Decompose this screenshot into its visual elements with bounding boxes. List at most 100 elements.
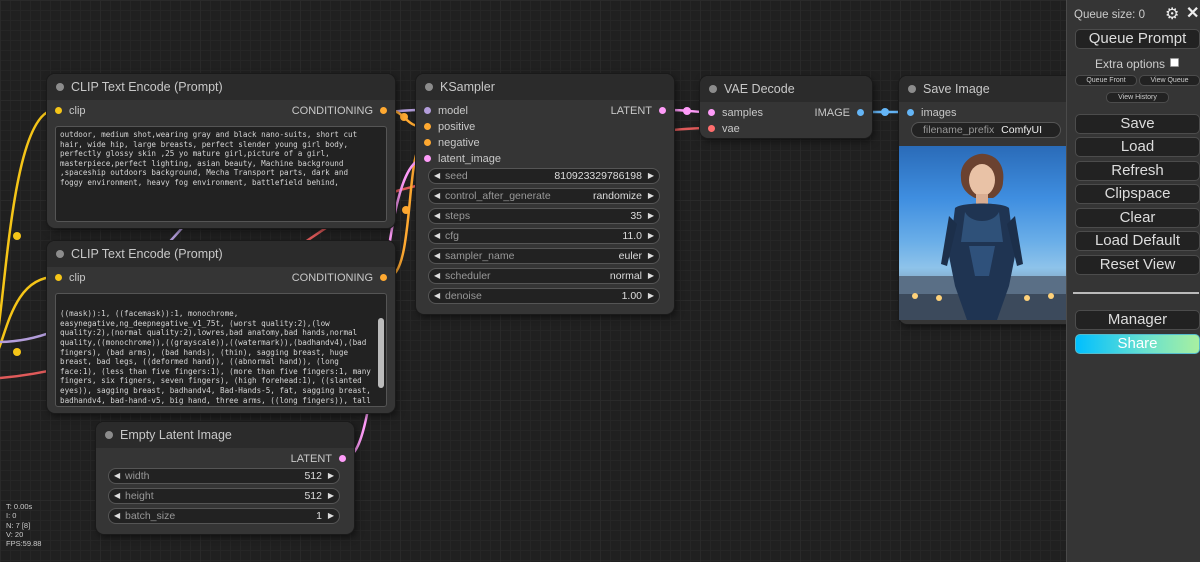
node-title[interactable]: CLIP Text Encode (Prompt) (47, 74, 395, 100)
empty-latent-image-node[interactable]: Empty Latent Image LATENT ◀ width 512 ▶ ◀ he… (96, 422, 354, 534)
widget-height[interactable]: ◀ height 512 ▶ (108, 488, 340, 504)
decrement-arrow-icon[interactable]: ◀ (114, 469, 120, 483)
widget-seed[interactable]: ◀ seed 810923329786198 ▶ (428, 168, 660, 184)
queue-front-button[interactable]: Queue Front (1075, 75, 1137, 86)
collapse-dot-icon[interactable] (56, 83, 64, 91)
increment-arrow-icon[interactable]: ▶ (648, 269, 654, 283)
node-title[interactable]: CLIP Text Encode (Prompt) (47, 241, 395, 267)
decrement-arrow-icon[interactable]: ◀ (114, 509, 120, 523)
reset-view-button[interactable]: Reset View (1075, 255, 1200, 275)
decrement-arrow-icon[interactable]: ◀ (434, 229, 440, 243)
increment-arrow-icon[interactable]: ▶ (648, 249, 654, 263)
increment-arrow-icon[interactable]: ▶ (648, 209, 654, 223)
widget-steps[interactable]: ◀ steps 35 ▶ (428, 208, 660, 224)
textarea-scrollbar[interactable] (378, 318, 384, 388)
increment-arrow-icon[interactable]: ▶ (648, 189, 654, 203)
widget-denoise[interactable]: ◀ denoise 1.00 ▶ (428, 288, 660, 304)
widget-batch-size[interactable]: ◀ batch_size 1 ▶ (108, 508, 340, 524)
widget-width[interactable]: ◀ width 512 ▶ (108, 468, 340, 484)
increment-arrow-icon[interactable]: ▶ (648, 289, 654, 303)
collapse-dot-icon[interactable] (709, 85, 717, 93)
collapse-dot-icon[interactable] (908, 85, 916, 93)
decrement-arrow-icon[interactable]: ◀ (434, 209, 440, 223)
decrement-arrow-icon[interactable]: ◀ (434, 289, 440, 303)
save-image-node[interactable]: Save Image images filename_prefix ComfyUI (899, 76, 1066, 324)
view-history-button[interactable]: View History (1106, 92, 1169, 103)
output-slot-image[interactable]: IMAGE (815, 107, 864, 119)
input-slot-latent-image[interactable]: latent_image (424, 153, 501, 165)
stat-nodes: N: 7 [8] (6, 520, 31, 530)
widget-sampler-name[interactable]: ◀ sampler_name euler ▶ (428, 248, 660, 264)
node-title[interactable]: KSampler (416, 74, 674, 100)
collapse-dot-icon[interactable] (56, 250, 64, 258)
decrement-arrow-icon[interactable]: ◀ (434, 189, 440, 203)
decrement-arrow-icon[interactable]: ◀ (114, 489, 120, 503)
widget-scheduler[interactable]: ◀ scheduler normal ▶ (428, 268, 660, 284)
queue-prompt-button[interactable]: Queue Prompt (1075, 29, 1200, 49)
vae-decode-node[interactable]: VAE Decode samples IMAGE vae (700, 76, 872, 138)
stat-v: V: 20 (6, 529, 24, 539)
node-title[interactable]: VAE Decode (700, 76, 872, 102)
widget-control-after-generate[interactable]: ◀ control_after_generate randomize ▶ (428, 188, 660, 204)
collapse-dot-icon[interactable] (105, 431, 113, 439)
increment-arrow-icon[interactable]: ▶ (328, 509, 334, 523)
output-slot-conditioning[interactable]: CONDITIONING (292, 105, 387, 117)
ksampler-node[interactable]: KSampler model LATENT positive negative … (416, 74, 674, 314)
node-title[interactable]: Empty Latent Image (96, 422, 354, 448)
increment-arrow-icon[interactable]: ▶ (648, 229, 654, 243)
clip-text-encode-negative-node[interactable]: CLIP Text Encode (Prompt) clip CONDITION… (47, 241, 395, 413)
slot-dot-icon (708, 125, 715, 132)
output-slot-latent[interactable]: LATENT (291, 453, 346, 465)
slot-dot-icon (380, 107, 387, 114)
settings-gear-icon[interactable]: ⚙ (1165, 4, 1179, 24)
increment-arrow-icon[interactable]: ▶ (328, 489, 334, 503)
slot-dot-icon (659, 107, 666, 114)
view-queue-button[interactable]: View Queue (1139, 75, 1200, 86)
input-slot-images[interactable]: images (907, 107, 956, 119)
input-slot-negative[interactable]: negative (424, 137, 480, 149)
stat-i: I: 0 (6, 511, 17, 521)
extra-options-checkbox[interactable] (1170, 58, 1179, 67)
input-slot-clip[interactable]: clip (55, 105, 86, 117)
decrement-arrow-icon[interactable]: ◀ (434, 169, 440, 183)
increment-arrow-icon[interactable]: ▶ (328, 469, 334, 483)
prompt-textarea[interactable]: outdoor, medium shot,wearing gray and bl… (55, 126, 387, 222)
widget-filename-prefix[interactable]: filename_prefix ComfyUI (911, 122, 1061, 138)
negative-prompt-text: ((mask)):1, ((facemask)):1, monochrome, … (60, 309, 371, 406)
node-title[interactable]: Save Image (899, 76, 1066, 102)
output-slot-latent[interactable]: LATENT (611, 105, 666, 117)
load-button[interactable]: Load (1075, 137, 1200, 157)
slot-dot-icon (55, 274, 62, 281)
clear-button[interactable]: Clear (1075, 208, 1200, 228)
input-slot-vae[interactable]: vae (708, 123, 740, 135)
close-icon[interactable]: ✕ (1186, 3, 1199, 23)
refresh-button[interactable]: Refresh (1075, 161, 1200, 181)
output-slot-conditioning[interactable]: CONDITIONING (292, 272, 387, 284)
slot-dot-icon (424, 107, 431, 114)
decrement-arrow-icon[interactable]: ◀ (434, 269, 440, 283)
load-default-button[interactable]: Load Default (1075, 231, 1200, 251)
input-slot-positive[interactable]: positive (424, 121, 475, 133)
collapse-dot-icon[interactable] (425, 83, 433, 91)
decrement-arrow-icon[interactable]: ◀ (434, 249, 440, 263)
clip-text-encode-positive-node[interactable]: CLIP Text Encode (Prompt) clip CONDITION… (47, 74, 395, 228)
manager-button[interactable]: Manager (1075, 310, 1200, 330)
slot-dot-icon (907, 109, 914, 116)
stat-time: T: 0.00s (6, 502, 33, 511)
widget-cfg[interactable]: ◀ cfg 11.0 ▶ (428, 228, 660, 244)
share-button[interactable]: Share (1075, 334, 1200, 354)
input-slot-model[interactable]: model (424, 105, 468, 117)
extra-options-label: Extra options (1095, 57, 1166, 71)
graph-canvas[interactable]: CLIP Text Encode (Prompt) clip CONDITION… (0, 0, 1066, 562)
generated-image-preview[interactable] (899, 146, 1066, 320)
increment-arrow-icon[interactable]: ▶ (648, 169, 654, 183)
input-slot-samples[interactable]: samples (708, 107, 763, 119)
input-slot-clip[interactable]: clip (55, 272, 86, 284)
negative-prompt-textarea[interactable]: ((mask)):1, ((facemask)):1, monochrome, … (55, 293, 387, 407)
clipspace-button[interactable]: Clipspace (1075, 184, 1200, 204)
slot-dot-icon (857, 109, 864, 116)
comfy-menu: Queue size: 0 ⚙ ✕ Queue Prompt Extra opt… (1066, 0, 1200, 562)
slot-dot-icon (339, 455, 346, 462)
save-button[interactable]: Save (1075, 114, 1200, 134)
stat-fps: FPS:59.88 (6, 539, 42, 549)
